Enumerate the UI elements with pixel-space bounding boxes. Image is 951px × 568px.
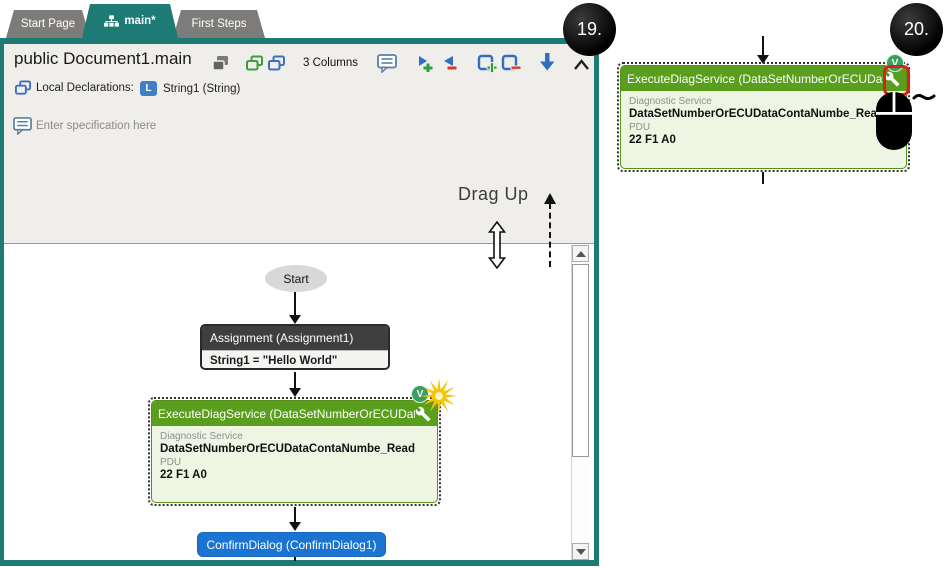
- local-variable-badge: L: [140, 81, 157, 96]
- local-declarations-label: Local Declarations:: [36, 82, 134, 94]
- overlay-connector: [762, 172, 764, 184]
- assignment-node[interactable]: Assignment (Assignment1) String1 = "Hell…: [200, 324, 390, 370]
- mouse-click-icon: [874, 84, 938, 157]
- service-label: Diagnostic Service: [629, 96, 898, 107]
- overlap-windows-green-icon: [245, 55, 264, 72]
- step-20-badge: 20.: [890, 3, 943, 56]
- move-down-button[interactable]: [536, 51, 558, 71]
- flowchart-canvas[interactable]: Start Assignment (Assignment1) String1 =…: [4, 243, 594, 560]
- flow-connector: [294, 507, 296, 523]
- cascade-blue-button[interactable]: [265, 53, 287, 73]
- service-label: Diagnostic Service: [160, 431, 429, 442]
- chevron-up-icon: [572, 58, 591, 71]
- comment-icon: [377, 54, 398, 73]
- drag-up-hint: Drag Up: [458, 184, 529, 205]
- overlap-windows-gray-icon: [211, 55, 230, 72]
- triangle-minus-icon: [440, 55, 458, 72]
- screenshot-stage: Start Page main* First Steps public Docu…: [0, 0, 951, 568]
- resize-double-arrow-icon: [488, 221, 506, 269]
- square-plus-icon: [477, 54, 497, 73]
- specification-icon: [12, 116, 34, 136]
- local-declarations-icon: [12, 78, 34, 98]
- flow-connector: [294, 372, 296, 389]
- flowchart-icon: [104, 15, 119, 27]
- assignment-expression: String1 = "Hello World": [202, 350, 388, 370]
- tab-start-page[interactable]: Start Page: [6, 10, 90, 38]
- flow-connector: [294, 292, 296, 316]
- window-layout-button[interactable]: [209, 53, 231, 73]
- columns-label[interactable]: 3 Columns: [303, 57, 358, 69]
- page-title: public Document1.main: [14, 49, 192, 69]
- square-minus-icon: [501, 54, 521, 73]
- remove-frame-button[interactable]: [500, 53, 522, 73]
- diagservice-title: ExecuteDiagService (DataSetNumberOrECUDa…: [627, 72, 884, 86]
- local-variable-chip[interactable]: String1 (String): [163, 83, 240, 95]
- diagservice-node[interactable]: ExecuteDiagService (DataSetNumberOrECUDa…: [151, 400, 438, 503]
- assignment-title: Assignment (Assignment1): [202, 326, 388, 350]
- confirmdialog-node[interactable]: ConfirmDialog (ConfirmDialog1): [197, 532, 386, 557]
- start-node[interactable]: Start: [265, 265, 327, 292]
- step-19-badge: 19.: [563, 3, 616, 56]
- tab-label: First Steps: [192, 18, 247, 30]
- pdu-value: 22 F1 A0: [629, 134, 898, 146]
- pdu-label: PDU: [629, 122, 898, 133]
- add-frame-button[interactable]: [476, 53, 498, 73]
- scroll-down-button[interactable]: [572, 543, 589, 560]
- starburst-icon: [421, 378, 457, 414]
- tab-label: Start Page: [21, 18, 75, 30]
- scroll-down-icon: [576, 549, 586, 555]
- scroll-up-icon: [576, 251, 586, 257]
- scrollbar-thumb[interactable]: [572, 264, 589, 457]
- diagservice-detail-node[interactable]: ExecuteDiagService (DataSetNumberOrECUDa…: [620, 65, 907, 169]
- tab-main[interactable]: main*: [82, 4, 178, 38]
- collapse-header-button[interactable]: [570, 54, 592, 74]
- pdu-value: 22 F1 A0: [160, 469, 429, 481]
- service-value: DataSetNumberOrECUDataContaNumbe_Read: [629, 108, 898, 120]
- document-header: public Document1.main 3 Columns: [4, 44, 594, 243]
- comment-button[interactable]: [376, 53, 398, 73]
- tab-first-steps[interactable]: First Steps: [173, 10, 265, 38]
- drag-direction-dashed-line: [549, 203, 551, 267]
- flow-connector: [294, 557, 296, 561]
- overlay-connector: [762, 36, 764, 56]
- tab-label: main*: [124, 15, 155, 27]
- start-label: Start: [283, 272, 308, 286]
- specification-placeholder[interactable]: Enter specification here: [36, 120, 156, 132]
- diagservice-title: ExecuteDiagService (DataSetNumberOrECUDa…: [158, 407, 415, 421]
- arrow-down-icon: [537, 51, 557, 72]
- remove-step-button[interactable]: [438, 53, 460, 73]
- insert-step-button[interactable]: [414, 53, 436, 73]
- scroll-up-button[interactable]: [572, 245, 589, 262]
- triangle-plus-icon: [416, 55, 434, 72]
- cascade-green-button[interactable]: [243, 53, 265, 73]
- vertical-scrollbar[interactable]: [571, 245, 589, 560]
- service-value: DataSetNumberOrECUDataContaNumbe_Read: [160, 443, 429, 455]
- confirmdialog-title: ConfirmDialog (ConfirmDialog1): [206, 538, 376, 552]
- overlap-windows-blue-icon: [267, 55, 286, 72]
- pdu-label: PDU: [160, 457, 429, 468]
